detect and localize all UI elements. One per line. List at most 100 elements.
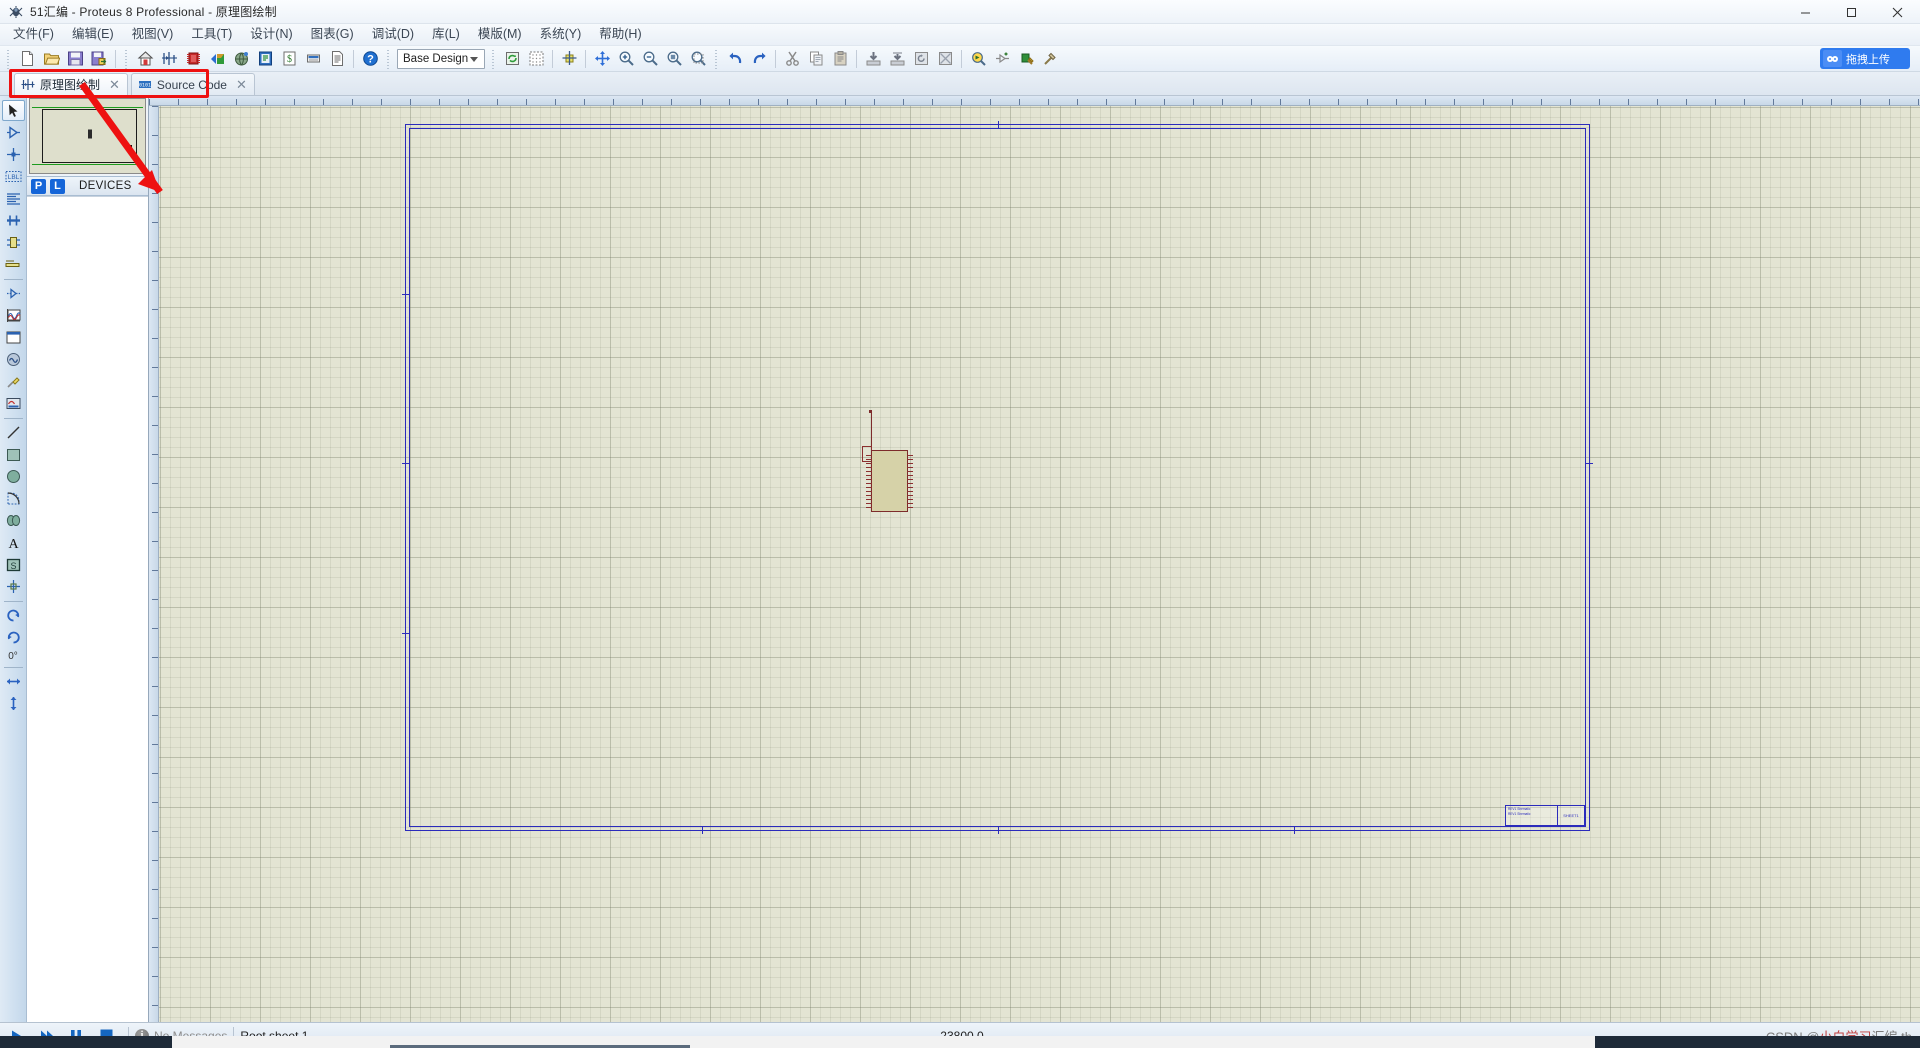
terminals-mode-icon[interactable]: [2, 254, 25, 275]
arc-tool-icon[interactable]: [2, 488, 25, 509]
menu-library[interactable]: 库(L): [423, 24, 469, 45]
menu-template[interactable]: 模版(M): [469, 24, 531, 45]
tab-source-code[interactable]: 0101 Source Code ✕: [130, 73, 255, 95]
packaging-tool-icon[interactable]: [1015, 48, 1037, 70]
copy-icon[interactable]: [805, 48, 827, 70]
close-icon[interactable]: ✕: [236, 78, 247, 91]
graph-mode-icon[interactable]: [2, 305, 25, 326]
close-button[interactable]: [1874, 0, 1920, 24]
schematic-canvas[interactable]: REV1 Shematic REV1 Shematic SHEET1: [159, 106, 1920, 1022]
menu-view[interactable]: 视图(V): [123, 24, 183, 45]
text-script-mode-icon[interactable]: [2, 188, 25, 209]
ruler-tick: [152, 628, 158, 629]
ruler-tick: [1541, 99, 1542, 105]
close-icon[interactable]: ✕: [109, 78, 120, 91]
sheet-title-block[interactable]: REV1 Shematic REV1 Shematic SHEET1: [1505, 805, 1585, 826]
text-tool-icon[interactable]: A: [2, 532, 25, 553]
design-selector-combo[interactable]: Base Design: [397, 48, 485, 69]
box-tool-icon[interactable]: [2, 444, 25, 465]
menu-debug[interactable]: 调试(D): [363, 24, 423, 45]
save-as-icon[interactable]: [88, 48, 110, 70]
maximize-button[interactable]: [1828, 0, 1874, 24]
junction-dot-mode-icon[interactable]: [2, 144, 25, 165]
pan-icon[interactable]: [591, 48, 613, 70]
menu-edit[interactable]: 编辑(E): [63, 24, 123, 45]
toolbar-grip-4[interactable]: [490, 48, 497, 69]
block-delete-icon[interactable]: [934, 48, 956, 70]
toolbar-grip-5[interactable]: [713, 48, 720, 69]
bill-of-materials-icon[interactable]: [254, 48, 276, 70]
horizontal-ruler[interactable]: [149, 96, 1920, 106]
bom-cost-icon[interactable]: $: [278, 48, 300, 70]
virtual-instrument-icon[interactable]: [2, 393, 25, 414]
circle-tool-icon[interactable]: [2, 466, 25, 487]
3d-view-icon[interactable]: [206, 48, 228, 70]
decompose-icon[interactable]: [1039, 48, 1061, 70]
report-icon[interactable]: [326, 48, 348, 70]
sheet-tick-bottom-3: [1294, 826, 1295, 834]
toolbar-grip-1[interactable]: [5, 48, 12, 69]
p-badge[interactable]: P: [31, 178, 46, 194]
design-explorer-icon[interactable]: [302, 48, 324, 70]
component-mode-icon[interactable]: [2, 122, 25, 143]
block-rotate-icon[interactable]: [910, 48, 932, 70]
generator-mode-icon[interactable]: [2, 349, 25, 370]
tab-schematic-capture[interactable]: 原理图绘制 ✕: [14, 73, 128, 95]
minimize-button[interactable]: [1782, 0, 1828, 24]
tape-recorder-icon[interactable]: [2, 327, 25, 348]
home-icon[interactable]: [134, 48, 156, 70]
redo-icon[interactable]: [748, 48, 770, 70]
devices-list[interactable]: [27, 196, 148, 1022]
l-badge[interactable]: L: [50, 178, 65, 194]
schematic-capture-icon[interactable]: [158, 48, 180, 70]
zoom-in-icon[interactable]: [615, 48, 637, 70]
block-copy-icon[interactable]: [862, 48, 884, 70]
zoom-all-icon[interactable]: [663, 48, 685, 70]
wire-label-mode-icon[interactable]: LBL: [2, 166, 25, 187]
undo-icon[interactable]: [724, 48, 746, 70]
refresh-icon[interactable]: [501, 48, 523, 70]
menu-system[interactable]: 系统(Y): [531, 24, 591, 45]
marker-tool-icon[interactable]: [2, 576, 25, 597]
pick-device-icon[interactable]: [967, 48, 989, 70]
gerber-view-icon[interactable]: [230, 48, 252, 70]
symbol-tool-icon[interactable]: S: [2, 554, 25, 575]
vertical-ruler[interactable]: [149, 106, 159, 1022]
block-move-icon[interactable]: [886, 48, 908, 70]
overview-preview[interactable]: [29, 98, 146, 174]
mirror-horizontal-icon[interactable]: [2, 671, 25, 692]
save-icon[interactable]: [64, 48, 86, 70]
selection-mode-icon[interactable]: [1, 100, 25, 121]
path-tool-icon[interactable]: [2, 510, 25, 531]
mirror-vertical-icon[interactable]: [2, 693, 25, 714]
pcb-layout-icon[interactable]: [182, 48, 204, 70]
ruler-tick: [152, 309, 158, 310]
menu-help[interactable]: 帮助(H): [590, 24, 650, 45]
zoom-out-icon[interactable]: [639, 48, 661, 70]
rotate-cw-icon[interactable]: [2, 627, 25, 648]
microcontroller-ic[interactable]: [866, 450, 913, 512]
rotation-angle-value[interactable]: 0°: [8, 651, 18, 662]
voltage-probe-icon[interactable]: [2, 371, 25, 392]
rotate-ccw-icon[interactable]: [2, 605, 25, 626]
origin-icon[interactable]: [558, 48, 580, 70]
upload-widget[interactable]: 拖拽上传: [1820, 48, 1910, 69]
subcircuit-mode-icon[interactable]: [2, 232, 25, 253]
menu-design[interactable]: 设计(N): [241, 24, 301, 45]
menu-graph[interactable]: 图表(G): [302, 24, 363, 45]
buses-mode-icon[interactable]: [2, 210, 25, 231]
paste-icon[interactable]: [829, 48, 851, 70]
make-device-icon[interactable]: [991, 48, 1013, 70]
toolbar-grip-3[interactable]: [385, 48, 392, 69]
menu-file[interactable]: 文件(F): [4, 24, 63, 45]
device-pins-mode-icon[interactable]: [2, 283, 25, 304]
menu-tool[interactable]: 工具(T): [182, 24, 241, 45]
toolbar-grip-2[interactable]: [123, 48, 130, 69]
grid-icon[interactable]: [525, 48, 547, 70]
new-file-icon[interactable]: [16, 48, 38, 70]
line-tool-icon[interactable]: [2, 422, 25, 443]
open-folder-icon[interactable]: [40, 48, 62, 70]
help-icon[interactable]: ?: [359, 48, 381, 70]
zoom-area-icon[interactable]: [687, 48, 709, 70]
cut-icon[interactable]: [781, 48, 803, 70]
